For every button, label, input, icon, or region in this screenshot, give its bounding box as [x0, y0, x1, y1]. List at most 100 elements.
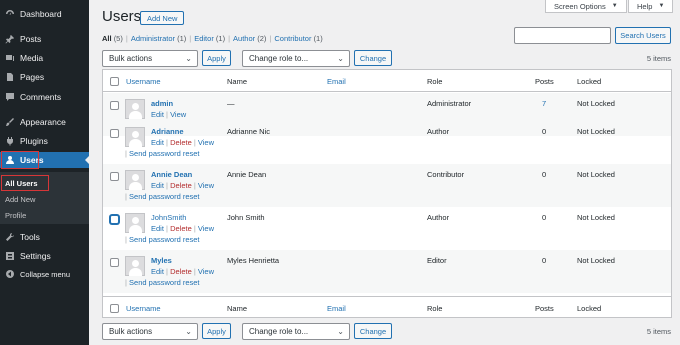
col-username[interactable]: Username	[126, 77, 161, 86]
submenu-add-new[interactable]: Add New	[5, 195, 35, 204]
chevron-down-icon: ⌄	[185, 54, 192, 63]
row-actions: | Send password reset	[125, 235, 200, 244]
menu-comments-label: Comments	[20, 92, 62, 102]
menu-posts[interactable]: Posts	[0, 31, 89, 47]
user-role: Contributor	[427, 170, 465, 179]
menu-pages[interactable]: Pages	[0, 69, 89, 85]
user-role: Author	[427, 213, 450, 222]
bulk-actions-select-top[interactable]: Bulk actions ⌄	[102, 50, 198, 67]
delete-link[interactable]: Delete	[170, 181, 192, 190]
menu-dashboard[interactable]: Dashboard	[0, 6, 89, 22]
bulk-actions-select-bottom[interactable]: Bulk actions ⌄	[102, 323, 198, 340]
row-checkbox[interactable]	[110, 172, 119, 181]
user-posts-link[interactable]: 7	[542, 99, 546, 108]
col-username[interactable]: Username	[126, 304, 161, 313]
view-link[interactable]: View	[170, 110, 186, 119]
table-footer: Username Name Email Role Posts Locked	[103, 296, 671, 318]
help-label: Help	[637, 1, 653, 11]
user-name: Annie Dean	[227, 170, 267, 179]
filter-editor[interactable]: Editor	[194, 34, 214, 43]
filter-contributor[interactable]: Contributor	[274, 34, 311, 43]
col-email[interactable]: Email	[327, 77, 346, 86]
username-link[interactable]: Myles	[151, 256, 172, 265]
change-role-select-bottom[interactable]: Change role to... ⌄	[242, 323, 350, 340]
pin-icon	[5, 34, 15, 44]
col-email[interactable]: Email	[327, 304, 346, 313]
submenu-profile[interactable]: Profile	[5, 211, 26, 220]
col-role: Role	[427, 77, 443, 86]
username-link[interactable]: admin	[151, 99, 173, 108]
table-header: Username Name Email Role Posts Locked	[103, 70, 671, 92]
edit-link[interactable]: Edit	[151, 267, 164, 276]
user-locked: Not Locked	[577, 213, 615, 222]
user-posts: 0	[542, 170, 547, 179]
filter-administrator-count: (1)	[177, 34, 187, 43]
send-password-reset-link[interactable]: Send password reset	[129, 278, 199, 287]
menu-collapse[interactable]: Collapse menu	[0, 266, 89, 282]
change-button-top[interactable]: Change	[354, 50, 392, 66]
username-link[interactable]: Annie Dean	[151, 170, 192, 179]
send-password-reset-link[interactable]: Send password reset	[129, 192, 199, 201]
menu-appearance[interactable]: Appearance	[0, 114, 89, 130]
delete-link[interactable]: Delete	[170, 224, 192, 233]
edit-link[interactable]: Edit	[151, 181, 164, 190]
change-button-bottom[interactable]: Change	[354, 323, 392, 339]
edit-link[interactable]: Edit	[151, 224, 164, 233]
user-role: Editor	[427, 256, 447, 265]
send-password-reset-link[interactable]: Send password reset	[129, 149, 199, 158]
menu-tools-label: Tools	[20, 232, 40, 242]
edit-link[interactable]: Edit	[151, 138, 164, 147]
user-posts: 0	[542, 127, 547, 136]
admin-sidebar: Dashboard Posts Media Pages Comments App…	[0, 0, 89, 345]
items-count-bottom: 5 items	[646, 327, 671, 336]
filter-all-count: (5)	[113, 34, 123, 43]
menu-media[interactable]: Media	[0, 50, 89, 66]
delete-link[interactable]: Delete	[170, 138, 192, 147]
help-button[interactable]: Help ▼	[628, 0, 673, 13]
send-password-reset-link[interactable]: Send password reset	[129, 235, 199, 244]
change-role-select-top[interactable]: Change role to... ⌄	[242, 50, 350, 67]
row-checkbox[interactable]	[110, 101, 119, 110]
apply-button-bottom[interactable]: Apply	[202, 323, 231, 339]
select-all-checkbox[interactable]	[110, 77, 119, 86]
filter-author[interactable]: Author	[233, 34, 255, 43]
filter-administrator[interactable]: Administrator	[131, 34, 175, 43]
change-role-value: Change role to...	[249, 54, 309, 63]
menu-plugins-label: Plugins	[20, 136, 48, 146]
view-link[interactable]: View	[198, 224, 214, 233]
filter-editor-count: (1)	[215, 34, 226, 43]
items-count-top: 5 items	[646, 54, 671, 63]
filter-contributor-count: (1)	[313, 34, 323, 43]
menu-pages-label: Pages	[20, 72, 45, 82]
select-all-checkbox[interactable]	[110, 304, 119, 313]
add-new-button[interactable]: Add New	[140, 11, 185, 25]
menu-plugins[interactable]: Plugins	[0, 133, 89, 149]
row-actions: Edit | Delete | View	[151, 224, 214, 233]
row-checkbox[interactable]	[110, 258, 119, 267]
username-link[interactable]: JohnSmith	[151, 213, 186, 222]
avatar	[125, 99, 145, 119]
brush-icon	[5, 117, 15, 127]
view-link[interactable]: View	[198, 138, 214, 147]
menu-tools[interactable]: Tools	[0, 229, 89, 245]
row-checkbox[interactable]	[110, 129, 119, 138]
username-link[interactable]: Adrianne	[151, 127, 184, 136]
delete-link[interactable]: Delete	[170, 267, 192, 276]
menu-dashboard-label: Dashboard	[20, 9, 62, 19]
caret-down-icon: ▼	[611, 3, 618, 9]
edit-link[interactable]: Edit	[151, 110, 164, 119]
row-checkbox[interactable]	[110, 215, 119, 224]
col-name: Name	[227, 304, 248, 313]
search-users-button[interactable]: Search Users	[615, 27, 671, 44]
filter-all[interactable]: All	[102, 34, 112, 43]
search-input[interactable]	[514, 27, 611, 44]
current-menu-arrow	[85, 156, 89, 164]
menu-appearance-label: Appearance	[20, 117, 66, 127]
apply-button-top[interactable]: Apply	[202, 50, 231, 66]
menu-settings[interactable]: Settings	[0, 248, 89, 264]
comment-icon	[5, 92, 15, 102]
menu-comments[interactable]: Comments	[0, 89, 89, 105]
view-link[interactable]: View	[198, 181, 214, 190]
screen-options-button[interactable]: Screen Options ▼	[545, 0, 627, 13]
view-link[interactable]: View	[198, 267, 214, 276]
